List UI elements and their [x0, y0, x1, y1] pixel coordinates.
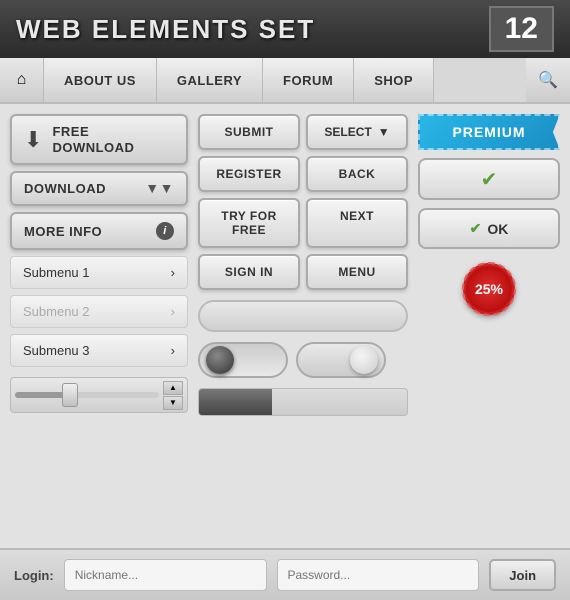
submenu-item-3[interactable]: Submenu 3 › — [10, 334, 188, 367]
arrow-down-button[interactable]: ▼ — [163, 396, 183, 410]
button-row-3: TRY FOR FREE NEXT — [198, 198, 408, 248]
button-row-2: REGISTER BACK — [198, 156, 408, 192]
nav-item-about-us[interactable]: ABOUT US — [44, 58, 157, 102]
free-download-button[interactable]: ⬇ FREE DOWNLOAD — [10, 114, 188, 165]
nav-item-forum[interactable]: FORUM — [263, 58, 354, 102]
info-icon: i — [156, 222, 174, 240]
sign-in-button[interactable]: SIGN IN — [198, 254, 300, 290]
checkmark-icon: ✔ — [481, 167, 498, 192]
nav-home-button[interactable]: ⌂ — [0, 58, 44, 102]
login-label: Login: — [14, 568, 54, 583]
free-download-label: FREE DOWNLOAD — [52, 124, 134, 155]
select-button[interactable]: SELECT ▼ — [306, 114, 408, 150]
submenu-arrow-1: › — [171, 265, 175, 280]
toggle-dark[interactable] — [198, 342, 288, 378]
toggle-knob-dark — [206, 346, 234, 374]
submenu-item-2[interactable]: Submenu 2 › — [10, 295, 188, 328]
long-input-field[interactable] — [198, 300, 408, 332]
middle-column: SUBMIT SELECT ▼ REGISTER BACK TRY FOR FR… — [198, 114, 408, 538]
back-button[interactable]: BACK — [306, 156, 408, 192]
footer-login-bar: Login: Join — [0, 548, 570, 600]
select-arrow-icon: ▼ — [378, 125, 390, 139]
premium-banner[interactable]: PREMIUM — [418, 114, 560, 150]
slider-thumb[interactable] — [62, 383, 78, 407]
nav-item-shop[interactable]: SHOP — [354, 58, 434, 102]
header-number: 12 — [489, 6, 554, 52]
slider-container[interactable]: ▲ ▼ — [10, 377, 188, 413]
submenu-item-1[interactable]: Submenu 1 › — [10, 256, 188, 289]
nickname-input[interactable] — [64, 559, 267, 591]
double-arrow-icon: ▼▼ — [145, 183, 174, 194]
download-icon: ⬇ — [24, 127, 42, 153]
search-icon: 🔍 — [538, 70, 558, 90]
button-row-1: SUBMIT SELECT ▼ — [198, 114, 408, 150]
arrow-up-button[interactable]: ▲ — [163, 381, 183, 395]
check-button[interactable]: ✔ — [418, 158, 560, 200]
main-content: ⬇ FREE DOWNLOAD DOWNLOAD ▼▼ MORE INFO i … — [0, 104, 570, 548]
ok-button[interactable]: ✔ OK — [418, 208, 560, 249]
join-button[interactable]: Join — [489, 559, 556, 591]
nav-item-gallery[interactable]: GALLERY — [157, 58, 263, 102]
register-button[interactable]: REGISTER — [198, 156, 300, 192]
submenu-arrow-3: › — [171, 343, 175, 358]
toggle-light[interactable] — [296, 342, 386, 378]
toggle-knob-light — [350, 346, 378, 374]
header: WEB ELEMENTS SET 12 — [0, 0, 570, 58]
button-row-4: SIGN IN MENU — [198, 254, 408, 290]
left-column: ⬇ FREE DOWNLOAD DOWNLOAD ▼▼ MORE INFO i … — [10, 114, 188, 538]
nav-search-button[interactable]: 🔍 — [526, 58, 570, 102]
submenu-arrow-2: › — [171, 304, 175, 319]
progress-bar[interactable] — [198, 388, 408, 416]
download-button[interactable]: DOWNLOAD ▼▼ — [10, 171, 188, 206]
header-title: WEB ELEMENTS SET — [16, 14, 315, 45]
ok-check-icon: ✔ — [470, 220, 482, 237]
progress-bar-fill — [199, 389, 272, 415]
toggle-area — [198, 342, 408, 378]
right-column: PREMIUM ✔ ✔ OK 25% — [418, 114, 560, 538]
more-info-button[interactable]: MORE INFO i — [10, 212, 188, 250]
slider-track — [15, 392, 159, 398]
slider-arrows: ▲ ▼ — [163, 381, 183, 410]
try-for-free-button[interactable]: TRY FOR FREE — [198, 198, 300, 248]
next-button[interactable]: NEXT — [306, 198, 408, 248]
discount-seal[interactable]: 25% — [463, 263, 515, 315]
home-icon: ⌂ — [17, 71, 27, 89]
password-input[interactable] — [277, 559, 480, 591]
menu-button[interactable]: MENU — [306, 254, 408, 290]
submit-button[interactable]: SUBMIT — [198, 114, 300, 150]
navbar: ⌂ ABOUT US GALLERY FORUM SHOP 🔍 — [0, 58, 570, 104]
